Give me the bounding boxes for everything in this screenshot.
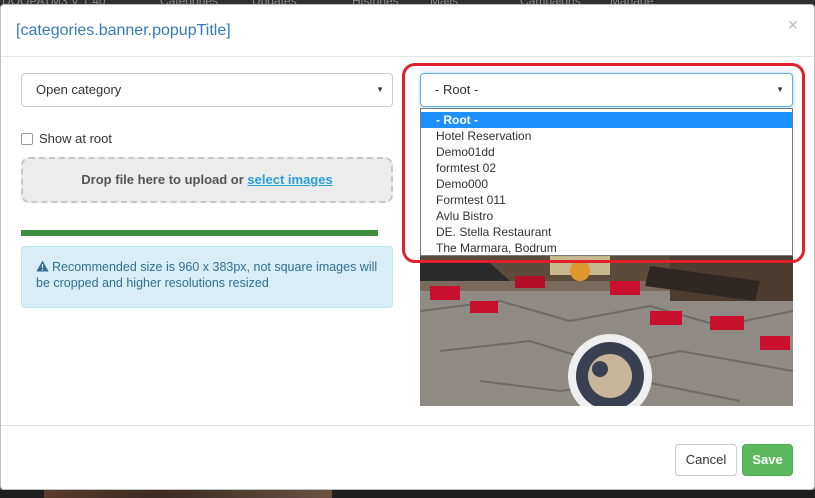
dropzone-text: Drop file here to upload or — [81, 172, 248, 187]
alert-text: Recommended size is 960 x 383px, not squ… — [36, 260, 378, 290]
modal-title: [categories.banner.popupTitle] — [16, 22, 231, 39]
dropdown-option[interactable]: The Marmara, Bodrum — [421, 240, 792, 256]
dropdown-option[interactable]: formtest 02 — [421, 160, 792, 176]
background-image-strip — [44, 490, 332, 498]
category-select-value: Open category — [36, 82, 122, 97]
show-at-root-label: Show at root — [39, 131, 112, 146]
chevron-down-icon: ▼ — [776, 85, 784, 94]
restaurant-photo — [420, 241, 793, 406]
dropdown-option[interactable]: Avlu Bistro — [421, 208, 792, 224]
footer-divider — [1, 425, 814, 426]
banner-modal: [categories.banner.popupTitle] × Open ca… — [0, 4, 815, 490]
header-divider — [1, 56, 814, 57]
upload-dropzone[interactable]: Drop file here to upload or select image… — [21, 157, 393, 203]
dropdown-option[interactable]: Demo01dd — [421, 144, 792, 160]
chevron-down-icon: ▼ — [376, 85, 384, 94]
dropdown-option[interactable]: - Root - — [421, 112, 792, 128]
save-button[interactable]: Save — [742, 444, 793, 476]
dropdown-option[interactable]: Hotel Reservation — [421, 128, 792, 144]
upload-progress-bar — [21, 230, 378, 236]
dropdown-option[interactable]: DE. Stella Restaurant — [421, 224, 792, 240]
parent-select-value: - Root - — [435, 82, 479, 97]
parent-category-select[interactable]: - Root - ▼ — [420, 73, 793, 107]
warning-icon — [36, 260, 49, 272]
select-images-link[interactable]: select images — [247, 172, 332, 187]
dropdown-option[interactable]: Demo000 — [421, 176, 792, 192]
close-icon[interactable]: × — [786, 16, 800, 34]
show-at-root-checkbox[interactable] — [21, 133, 33, 145]
dropdown-option[interactable]: Formtest 011 — [421, 192, 792, 208]
upload-progress-fill — [21, 230, 378, 236]
cancel-button[interactable]: Cancel — [675, 444, 737, 476]
banner-image-preview — [420, 241, 793, 406]
category-select[interactable]: Open category ▼ — [21, 73, 393, 107]
info-alert: Recommended size is 960 x 383px, not squ… — [21, 246, 393, 308]
parent-select-dropdown: - Root - Hotel Reservation Demo01dd formtes… — [420, 108, 793, 256]
